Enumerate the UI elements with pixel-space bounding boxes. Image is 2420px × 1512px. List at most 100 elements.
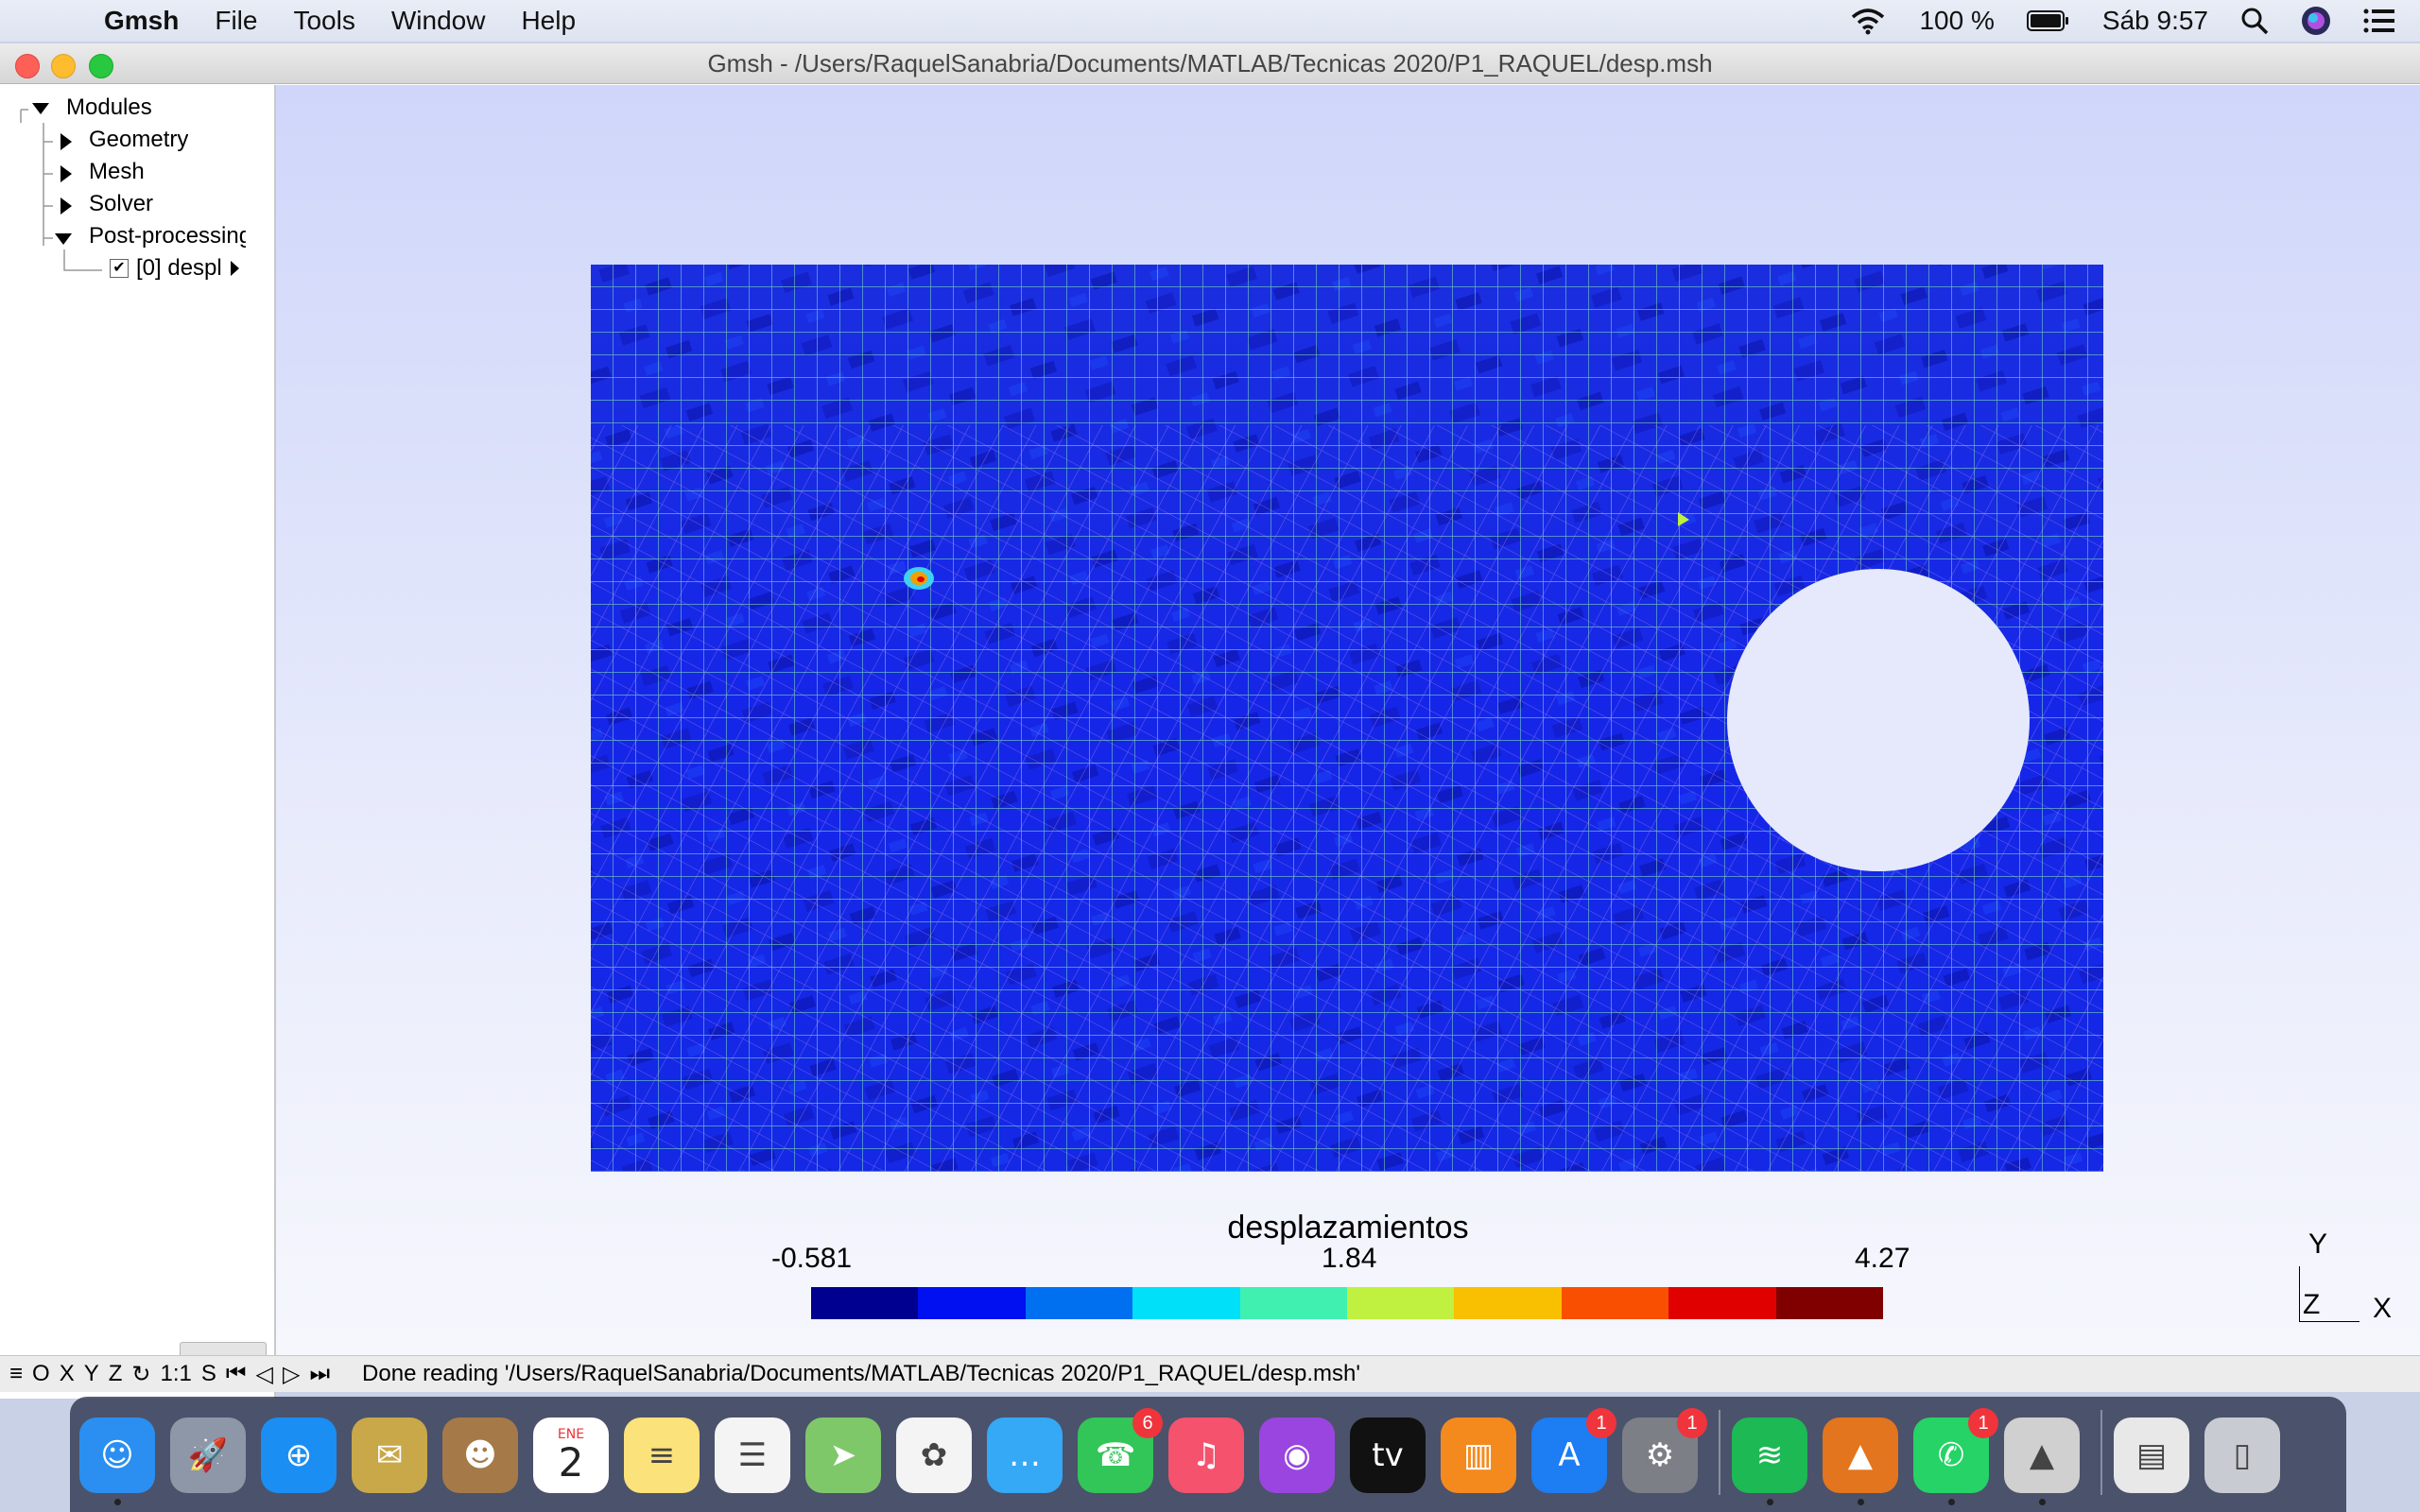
colorbar-segment — [811, 1287, 919, 1319]
books-dock-icon[interactable]: ▥ — [1441, 1418, 1516, 1493]
documents-dock-icon[interactable]: ▤ — [2114, 1418, 2189, 1493]
gmsh-window: Gmsh - /Users/RaquelSanabria/Documents/M… — [0, 43, 2420, 1399]
running-indicator — [1948, 1499, 1955, 1505]
expand-postprocessing-icon[interactable] — [55, 233, 72, 245]
menu-window[interactable]: Window — [391, 6, 486, 36]
tree-item-mesh[interactable]: Mesh — [89, 157, 145, 187]
calendar-dock-icon[interactable]: ENE 2 — [533, 1418, 609, 1493]
battery-percent: 100 % — [1919, 6, 1995, 35]
axis-y-label: Y — [2308, 1228, 2328, 1260]
expand-geometry-icon[interactable] — [60, 133, 72, 150]
menu-help[interactable]: Help — [521, 6, 576, 36]
maps-dock-icon[interactable]: ➤ — [805, 1418, 881, 1493]
rotate-icon[interactable]: ↻ — [131, 1361, 150, 1388]
app-store-dock-icon[interactable]: A1 — [1531, 1408, 1616, 1493]
running-indicator — [1858, 1499, 1864, 1505]
colorbar-max-label: 4.27 — [1855, 1243, 1910, 1274]
launchpad-dock-icon[interactable]: 🚀 — [170, 1418, 246, 1493]
gmsh-dock-icon[interactable]: ▲ — [2004, 1418, 2080, 1493]
matlab-dock-icon[interactable]: ▲ — [1823, 1418, 1898, 1493]
view-options-arrow-icon[interactable] — [231, 261, 239, 276]
mail-dock-icon[interactable]: ✉ — [352, 1418, 427, 1493]
notification-center-icon[interactable] — [2363, 9, 2395, 33]
module-tree: Modules Geometry Mesh Solver Post-proces… — [0, 85, 276, 1399]
photos-dock-icon[interactable]: ✿ — [896, 1418, 972, 1493]
axis-x-line — [2299, 1321, 2360, 1322]
battery-icon[interactable] — [2026, 9, 2070, 32]
axis-z-label: Z — [2303, 1289, 2321, 1320]
axis-x-label: X — [2373, 1293, 2393, 1324]
colorbar-title: desplazamientos — [1227, 1210, 1469, 1246]
colorbar-segment — [918, 1287, 1026, 1319]
menu-tools[interactable]: Tools — [293, 6, 354, 36]
play-icon[interactable]: ▷ — [283, 1361, 300, 1388]
calendar-day: 2 — [558, 1439, 584, 1486]
menu-app-name[interactable]: Gmsh — [104, 6, 179, 36]
hamburger-icon[interactable]: ≡ — [9, 1361, 23, 1387]
view-o-button[interactable]: O — [32, 1361, 50, 1387]
wifi-icon[interactable] — [1849, 7, 1887, 35]
colorbar-segment — [1347, 1287, 1455, 1319]
colorbar — [811, 1287, 1884, 1319]
expand-modules-icon[interactable] — [32, 103, 49, 114]
colorbar-min-label: -0.581 — [771, 1243, 853, 1274]
colorbar-segment — [1775, 1287, 1884, 1319]
colorbar-mid-label: 1.84 — [1322, 1243, 1377, 1274]
axes-indicator: Y Z X — [2299, 1228, 2403, 1342]
colorbar-segment — [1025, 1287, 1133, 1319]
graphics-canvas[interactable]: desplazamientos -0.581 1.84 4.27 Y Z X — [276, 85, 2420, 1355]
scale-1-1-button[interactable]: 1:1 — [161, 1361, 192, 1387]
menu-clock[interactable]: Sáb 9:57 — [2102, 6, 2208, 36]
colorbar-segment — [1239, 1287, 1348, 1319]
view-visibility-checkbox[interactable]: ✔ — [110, 259, 129, 278]
trash-dock-icon[interactable]: ▯ — [2204, 1418, 2280, 1493]
whatsapp-dock-icon[interactable]: ✆ 1 — [1913, 1408, 1998, 1493]
podcasts-dock-icon[interactable]: ◉ — [1259, 1418, 1335, 1493]
dock-separator — [1719, 1410, 1720, 1495]
reminders-dock-icon[interactable]: ☰ — [715, 1418, 790, 1493]
status-bar: ≡ O X Y Z ↻ 1:1 S ⏮ ◁ ▷ ⏭ Done reading '… — [0, 1355, 2420, 1392]
tree-item-modules[interactable]: Modules — [66, 93, 152, 123]
music-dock-icon[interactable]: ♫ — [1168, 1418, 1244, 1493]
status-message: Done reading '/Users/RaquelSanabria/Docu… — [362, 1361, 1360, 1386]
axis-y-line — [2299, 1266, 2300, 1321]
menu-bar: Gmsh File Tools Window Help 100 % Sáb 9:… — [0, 0, 2420, 42]
notification-badge: 1 — [1586, 1408, 1616, 1438]
menu-file[interactable]: File — [215, 6, 257, 36]
spotify-dock-icon[interactable]: ≋ — [1732, 1418, 1807, 1493]
tv-dock-icon[interactable]: tv — [1350, 1418, 1426, 1493]
facetime-dock-icon[interactable]: ☎ 6 — [1078, 1408, 1163, 1493]
expand-mesh-icon[interactable] — [60, 165, 72, 182]
view-x-button[interactable]: X — [60, 1361, 75, 1387]
notification-badge: 6 — [1132, 1408, 1163, 1438]
colorbar-segment — [1132, 1287, 1240, 1319]
tree-item-geometry[interactable]: Geometry — [89, 125, 188, 155]
system-preferences-dock-icon[interactable]: ⚙ 1 — [1622, 1408, 1707, 1493]
running-indicator — [114, 1499, 121, 1505]
finder-dock-icon[interactable]: ☺ — [79, 1418, 155, 1493]
safari-dock-icon[interactable]: ⊕ — [261, 1418, 337, 1493]
expand-solver-icon[interactable] — [60, 198, 72, 215]
messages-dock-icon[interactable]: … — [987, 1418, 1063, 1493]
contacts-dock-icon[interactable]: ☻ — [442, 1418, 518, 1493]
previous-step-icon[interactable]: ◁ — [256, 1361, 273, 1388]
first-step-icon[interactable]: ⏮ — [226, 1361, 247, 1387]
snapshot-s-button[interactable]: S — [201, 1361, 216, 1387]
tree-item-solver[interactable]: Solver — [89, 189, 153, 219]
dock: ☺ 🚀 ⊕ ✉ ☻ ENE 2 ≡ ☰ ➤ ✿… ☎ 6 ♫ ◉ tv ▥ A 1 ⚙ 1 ≋ ▲ ✆ 1 ▲ ▤ ▯ — [70, 1397, 2346, 1512]
next-step-icon[interactable]: ⏭ — [309, 1361, 330, 1387]
window-titlebar: Gmsh - /Users/RaquelSanabria/Documents/M… — [0, 43, 2420, 84]
siri-icon[interactable] — [2301, 6, 2331, 36]
view-z-button[interactable]: Z — [109, 1361, 123, 1387]
colorbar-segment — [1561, 1287, 1669, 1319]
tree-item-post-processing[interactable]: Post-processing — [89, 221, 246, 251]
view-y-button[interactable]: Y — [84, 1361, 99, 1387]
notification-badge: 1 — [1968, 1408, 1998, 1438]
colorbar-segment — [1454, 1287, 1562, 1319]
tree-item-view-0[interactable]: [0] despl — [136, 253, 223, 284]
mesh-plot[interactable] — [591, 265, 2103, 1172]
spotlight-search-icon[interactable] — [2240, 7, 2269, 35]
running-indicator — [2039, 1499, 2046, 1505]
notification-badge: 1 — [1677, 1408, 1707, 1438]
notes-dock-icon[interactable]: ≡ — [624, 1418, 700, 1493]
